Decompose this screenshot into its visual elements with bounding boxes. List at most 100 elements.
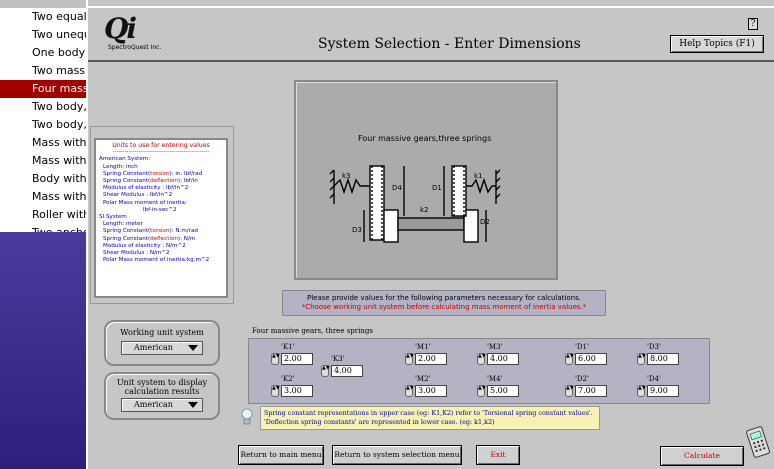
spinner-icon[interactable]: ▲▼ (477, 353, 486, 365)
param-label: 'D1' (575, 343, 589, 351)
display-unit-label: Unit system to display calculation resul… (116, 378, 208, 396)
unit-text-post: ): N.m/rad (169, 228, 198, 235)
list-item[interactable]: Two body, tu (0, 116, 90, 134)
svg-text:D3: D3 (352, 226, 362, 234)
list-item[interactable]: Two body, th (0, 98, 90, 116)
svg-text:k3: k3 (342, 172, 351, 180)
unit-text-post: lbf/in^2 (149, 192, 173, 199)
units-divider: ----------------------------------------… (112, 149, 210, 156)
param-label: 'K2' (281, 375, 295, 383)
si-system-header: SI System (99, 214, 127, 221)
param-input[interactable]: 2.00 (281, 353, 313, 365)
param-label: 'M1' (415, 343, 431, 351)
si-units-list: Length: meter Spring Constant(torsion): N… (99, 221, 223, 264)
system-list-window: Two equal bodyTwo unequalOne body thTwo … (0, 0, 92, 257)
units-panel-title: Units to use for entering values (112, 142, 210, 149)
unit-text-post: N/m^2 (149, 250, 170, 257)
param-label: 'K1' (281, 343, 295, 351)
help-topics-button[interactable]: Help Topics (F1) (670, 35, 764, 53)
param-input[interactable]: 7.00 (575, 385, 607, 397)
unit-text-red: deflection (150, 178, 178, 185)
param-input[interactable]: 3.00 (415, 385, 447, 397)
unit-line: Spring Constant(torsion): N.m/rad (99, 228, 223, 235)
svg-text:k2: k2 (420, 206, 429, 214)
list-item[interactable]: Two equal body (0, 8, 90, 26)
calculate-button[interactable]: Calculate (660, 446, 744, 466)
list-item[interactable]: Two massiv (0, 62, 90, 80)
working-unit-select[interactable]: American (121, 341, 203, 355)
chevron-down-icon (188, 345, 198, 351)
unit-text-pre: Shear Modulus : (103, 250, 150, 257)
unit-text-pre: Spring Constant( (103, 228, 151, 235)
spinner-icon[interactable]: ▲▼ (637, 353, 646, 365)
list-item[interactable]: Four massiv (0, 80, 90, 98)
instruction-message: Please provide values for the following … (282, 290, 606, 316)
display-unit-select[interactable]: American (121, 398, 203, 412)
svg-text:D4: D4 (392, 184, 402, 192)
spinner-icon[interactable]: ▲▼ (637, 385, 646, 397)
param-label: 'D2' (575, 375, 589, 383)
param-input[interactable]: 9.00 (647, 385, 679, 397)
unit-text-post: ): in. lbf/rad (169, 170, 203, 177)
svg-text:D1: D1 (432, 184, 442, 192)
unit-text-red: torsion (150, 228, 170, 235)
american-system-header: American System: (99, 156, 151, 163)
param-input[interactable]: 5.00 (487, 385, 519, 397)
spinner-icon[interactable]: ▲▼ (565, 385, 574, 397)
lightbulb-icon (241, 408, 253, 425)
display-unit-value: American (134, 400, 173, 409)
unit-text-post: ): lbf/in (177, 178, 198, 185)
spinner-icon[interactable]: ▲▼ (405, 385, 414, 397)
help-question-icon[interactable]: ? (748, 18, 758, 30)
working-unit-label: Working unit system (120, 328, 204, 337)
param-input[interactable]: 6.00 (575, 353, 607, 365)
american-inertia-unit: lbf-in-sec^2 (143, 206, 177, 213)
list-item[interactable]: Mass with s (0, 188, 90, 206)
spinner-icon[interactable]: ▲▼ (321, 365, 330, 377)
spinner-icon[interactable]: ▲▼ (405, 353, 414, 365)
param-input[interactable]: 8.00 (647, 353, 679, 365)
param-input[interactable]: 4.00 (331, 365, 363, 377)
unit-text-post: ): N/m (177, 235, 196, 242)
american-units-list: Length: inch Spring Constant(torsion): in… (99, 164, 223, 207)
exit-button[interactable]: Exit (476, 445, 520, 465)
param-label: 'M4' (487, 375, 503, 383)
list-item[interactable]: One body th (0, 44, 90, 62)
param-input[interactable]: 2.00 (415, 353, 447, 365)
list-item[interactable]: Roller with (0, 206, 90, 224)
spinner-icon[interactable]: ▲▼ (565, 353, 574, 365)
spring-notation-note: Spring constant representations in upper… (260, 406, 600, 430)
spinner-icon[interactable]: ▲▼ (271, 385, 280, 397)
unit-text-post: meter (125, 221, 143, 228)
param-label: 'M2' (415, 375, 431, 383)
unit-line: Length: meter (99, 221, 223, 228)
units-info-panel: Units to use for entering values -------… (94, 138, 228, 298)
note-line-2: 'Deflection spring constants' are repres… (264, 418, 495, 426)
list-item[interactable]: Body with tu (0, 170, 90, 188)
calculator-icon[interactable] (744, 424, 772, 460)
unit-text-pre: Length: (103, 163, 126, 170)
unit-line: Spring Constant(deflection): lbf/in (99, 178, 223, 185)
param-label: 'M3' (487, 343, 503, 351)
return-main-menu-button[interactable]: Return to main menu (238, 445, 324, 465)
spinner-icon[interactable]: ▲▼ (271, 353, 280, 365)
list-item[interactable]: Mass with e (0, 134, 90, 152)
list-item[interactable]: Two unequal (0, 26, 90, 44)
unit-text-pre: Spring Constant( (103, 235, 151, 242)
list-item[interactable]: Mass with t (0, 152, 90, 170)
gear-drawing: k3 D4 D1 k1 k2 D3 D2 (329, 165, 501, 243)
note-line-1: Spring constant representations in upper… (264, 409, 593, 417)
unit-text-pre: Polar Mass moment of inertia: (103, 199, 187, 206)
unit-text-pre: Polar Mass moment of inertia: (103, 257, 187, 264)
unit-line: Length: inch (99, 164, 223, 171)
working-unit-box: Working unit system American (104, 320, 220, 366)
param-input[interactable]: 4.00 (487, 353, 519, 365)
unit-line: Shear Modulus : lbf/in^2 (99, 192, 223, 199)
return-system-selection-button[interactable]: Return to system selection menu (332, 445, 462, 465)
gear-system-diagram: Four massive gears,three springs k3 D4 D… (294, 80, 558, 280)
spinner-icon[interactable]: ▲▼ (477, 385, 486, 397)
spectroquest-logo: Qi SpectroQuest Inc. (98, 12, 162, 54)
unit-text-red: torsion (150, 170, 170, 177)
param-input[interactable]: 3.00 (281, 385, 313, 397)
dialog-header: Qi SpectroQuest Inc. System Selection - … (88, 6, 774, 62)
